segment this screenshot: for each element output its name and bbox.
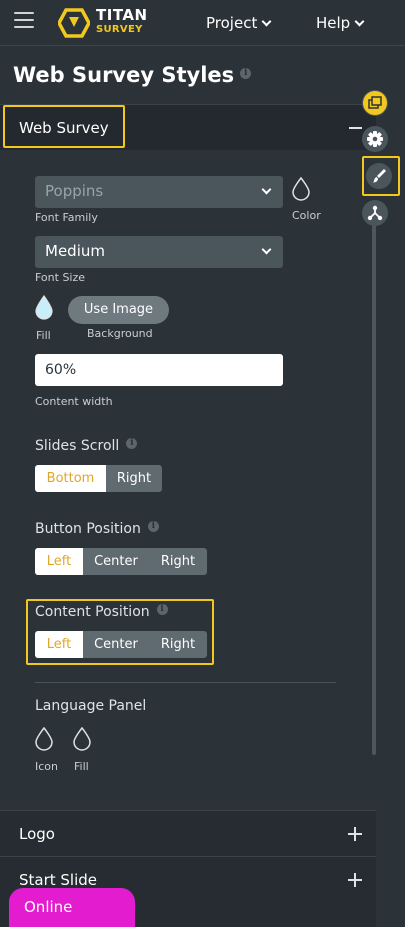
top-bar: TITAN SURVEY Project Help	[0, 0, 405, 46]
button-position-right[interactable]: Right	[149, 548, 207, 575]
online-status-button[interactable]: Online	[9, 888, 135, 927]
button-position-toggle: Left Center Right	[35, 548, 207, 575]
share-nodes-icon	[367, 205, 383, 221]
fill-drop-icon[interactable]	[34, 295, 54, 321]
section-start-slide-label: Start Slide	[19, 871, 98, 889]
use-image-button[interactable]: Use Image	[68, 296, 169, 324]
language-icon-label: Icon	[35, 760, 58, 773]
info-icon[interactable]: i	[240, 67, 252, 79]
expand-icon[interactable]	[348, 873, 362, 887]
language-icon-drop-icon[interactable]	[34, 727, 54, 751]
rail-styles-button[interactable]	[366, 163, 392, 189]
slides-scroll-bottom[interactable]: Bottom	[35, 465, 106, 492]
background-label: Background	[87, 327, 153, 340]
rail-settings-button[interactable]	[362, 126, 388, 152]
language-panel-label: Language Panel	[35, 698, 147, 714]
fill-label: Fill	[36, 329, 51, 342]
content-width-label: Content width	[35, 395, 113, 408]
button-position-label: Button Position i	[35, 520, 159, 537]
highlight-web-survey	[3, 105, 125, 148]
button-position-label-text: Button Position	[35, 521, 141, 537]
rail-layers-button[interactable]	[362, 90, 388, 116]
color-drop-icon[interactable]	[291, 177, 311, 201]
nav-help[interactable]: Help	[316, 14, 365, 32]
divider	[35, 682, 336, 683]
font-size-select[interactable]: Medium	[35, 236, 283, 268]
info-icon[interactable]: i	[147, 520, 159, 532]
color-label: Color	[292, 209, 321, 222]
slides-scroll-label: Slides Scroll i	[35, 437, 138, 454]
section-logo-label: Logo	[19, 825, 55, 843]
chevron-down-icon	[354, 16, 365, 26]
hamburger-menu-icon[interactable]	[14, 12, 34, 30]
collapse-icon[interactable]	[349, 127, 362, 129]
layers-icon	[363, 91, 387, 115]
logo-title: TITAN	[96, 6, 148, 24]
expand-icon[interactable]	[348, 827, 362, 841]
language-fill-label: Fill	[74, 760, 89, 773]
font-family-select[interactable]: Poppins	[35, 176, 283, 208]
nav-project[interactable]: Project	[206, 14, 272, 32]
language-fill-drop-icon[interactable]	[72, 727, 92, 751]
slides-scroll-toggle: Bottom Right	[35, 465, 162, 492]
rail-share-button[interactable]	[362, 200, 388, 226]
section-logo[interactable]: Logo	[0, 810, 376, 856]
info-icon[interactable]: i	[126, 437, 138, 449]
brush-icon	[373, 169, 386, 183]
button-position-center[interactable]: Center	[83, 548, 149, 575]
slides-scroll-right[interactable]: Right	[106, 465, 162, 492]
titan-logo-icon	[58, 8, 90, 38]
chevron-down-icon	[261, 184, 272, 195]
gear-icon	[367, 131, 383, 147]
chevron-down-icon	[261, 244, 272, 255]
chevron-down-icon	[261, 16, 272, 26]
font-family-value: Poppins	[45, 182, 104, 200]
font-family-label: Font Family	[35, 211, 98, 224]
font-size-value: Medium	[45, 242, 105, 260]
nav-project-label: Project	[206, 14, 258, 32]
nav-help-label: Help	[316, 14, 351, 32]
slides-scroll-label-text: Slides Scroll	[35, 438, 120, 454]
page-title: Web Survey Styles i	[13, 63, 252, 87]
logo-subtitle: SURVEY	[96, 24, 143, 35]
scrollbar[interactable]	[372, 225, 376, 755]
font-size-label: Font Size	[35, 271, 86, 284]
page-title-text: Web Survey Styles	[13, 63, 235, 87]
highlight-content-position	[26, 599, 214, 665]
content-width-input[interactable]	[35, 354, 283, 386]
button-position-left[interactable]: Left	[35, 548, 83, 575]
